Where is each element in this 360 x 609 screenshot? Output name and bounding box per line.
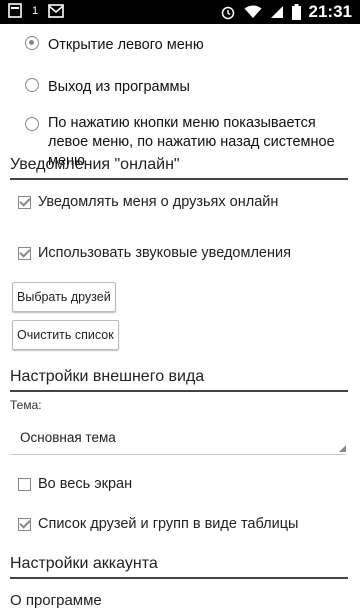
status-bar: 1 21:31 — [0, 0, 360, 24]
radio-option-left-menu[interactable]: Открытие левого меню — [25, 36, 204, 55]
alarm-icon — [221, 6, 234, 20]
radio-option-exit[interactable]: Выход из программы — [25, 78, 190, 97]
section-title-online: Уведомления "онлайн" — [10, 156, 348, 180]
radio-button-checked[interactable] — [25, 36, 39, 50]
section-title-account: Настройки аккаунта — [10, 555, 348, 579]
clear-list-button[interactable]: Очистить список — [12, 320, 119, 350]
settings-content: Открытие левого меню Выход из программы … — [0, 24, 360, 609]
status-number: 1 — [32, 5, 39, 17]
checkbox-notify-friends[interactable] — [18, 195, 31, 209]
radio-button[interactable] — [25, 78, 39, 92]
theme-label: Тема: — [10, 398, 42, 412]
mail-icon — [48, 4, 64, 18]
theme-spinner[interactable]: Основная тема — [10, 426, 346, 455]
radio-button[interactable] — [25, 117, 39, 131]
clock: 21:31 — [308, 2, 352, 21]
radio-label: Выход из программы — [48, 79, 190, 95]
checkbox-grid[interactable] — [18, 517, 31, 531]
signal-icon — [270, 6, 283, 18]
battery-icon — [291, 4, 301, 20]
theme-value: Основная тема — [20, 430, 116, 445]
radio-label: Открытие левого меню — [48, 37, 204, 53]
checkbox-sound[interactable] — [18, 246, 31, 260]
section-title-appearance: Настройки внешнего вида — [10, 368, 348, 392]
checkbox-row-sound[interactable]: Использовать звуковые уведомления — [18, 245, 291, 261]
notification-icon — [8, 3, 22, 18]
checkbox-row-notify-friends[interactable]: Уведомлять меня о друзьях онлайн — [18, 194, 278, 210]
checkbox-fullscreen[interactable] — [18, 477, 31, 491]
select-friends-button[interactable]: Выбрать друзей — [12, 282, 116, 312]
wifi-icon — [244, 5, 262, 18]
checkbox-row-fullscreen[interactable]: Во весь экран — [18, 476, 132, 492]
checkbox-label: Список друзей и групп в виде таблицы — [38, 516, 299, 532]
checkbox-row-grid[interactable]: Список друзей и групп в виде таблицы — [18, 516, 298, 532]
checkbox-label: Уведомлять меня о друзьях онлайн — [38, 194, 279, 210]
checkbox-label: Во весь экран — [38, 476, 133, 492]
about-item[interactable]: О программе — [10, 592, 102, 609]
dropdown-triangle-icon — [339, 445, 346, 452]
checkbox-label: Использовать звуковые уведомления — [38, 245, 291, 261]
